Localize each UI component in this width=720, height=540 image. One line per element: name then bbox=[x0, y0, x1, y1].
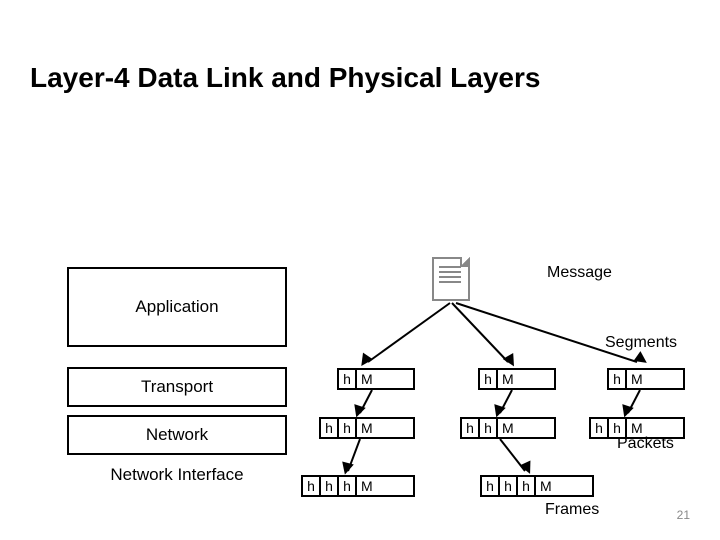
packet-2: h h M bbox=[460, 417, 554, 439]
document-icon bbox=[432, 257, 470, 301]
segment-1: h M bbox=[337, 368, 413, 390]
layer-application: Application bbox=[67, 267, 287, 347]
payload-cell: M bbox=[355, 475, 415, 497]
payload-cell: M bbox=[496, 368, 556, 390]
header-cell: h bbox=[337, 417, 357, 439]
arrowhead-icon bbox=[356, 353, 373, 370]
header-cell: h bbox=[516, 475, 536, 497]
payload-cell: M bbox=[355, 368, 415, 390]
header-cell: h bbox=[607, 368, 627, 390]
header-cell: h bbox=[460, 417, 480, 439]
arrowhead-icon bbox=[503, 353, 519, 369]
label-segments: Segments bbox=[605, 334, 677, 352]
header-cell: h bbox=[337, 368, 357, 390]
payload-cell: M bbox=[496, 417, 556, 439]
payload-cell: M bbox=[534, 475, 594, 497]
header-cell: h bbox=[478, 368, 498, 390]
slide-title: Layer-4 Data Link and Physical Layers bbox=[30, 62, 540, 94]
header-cell: h bbox=[480, 475, 500, 497]
frame-2: h h h M bbox=[480, 475, 592, 497]
header-cell: h bbox=[319, 475, 339, 497]
label-message: Message bbox=[547, 264, 612, 282]
payload-cell: M bbox=[355, 417, 415, 439]
header-cell: h bbox=[301, 475, 321, 497]
arrowhead-icon bbox=[634, 351, 651, 368]
header-cell: h bbox=[498, 475, 518, 497]
payload-cell: M bbox=[625, 368, 685, 390]
header-cell: h bbox=[319, 417, 339, 439]
layer-transport: Transport bbox=[67, 367, 287, 407]
label-frames: Frames bbox=[545, 501, 599, 519]
layer-network-interface: Network Interface bbox=[67, 455, 287, 495]
header-cell: h bbox=[337, 475, 357, 497]
segment-3: h M bbox=[607, 368, 683, 390]
frame-1: h h h M bbox=[301, 475, 413, 497]
segment-2: h M bbox=[478, 368, 554, 390]
header-cell: h bbox=[589, 417, 609, 439]
arrowhead-icon bbox=[339, 461, 354, 476]
layer-network: Network bbox=[67, 415, 287, 455]
label-packets: Packets bbox=[617, 435, 674, 453]
page-number: 21 bbox=[677, 508, 690, 522]
header-cell: h bbox=[478, 417, 498, 439]
packet-1: h h M bbox=[319, 417, 413, 439]
